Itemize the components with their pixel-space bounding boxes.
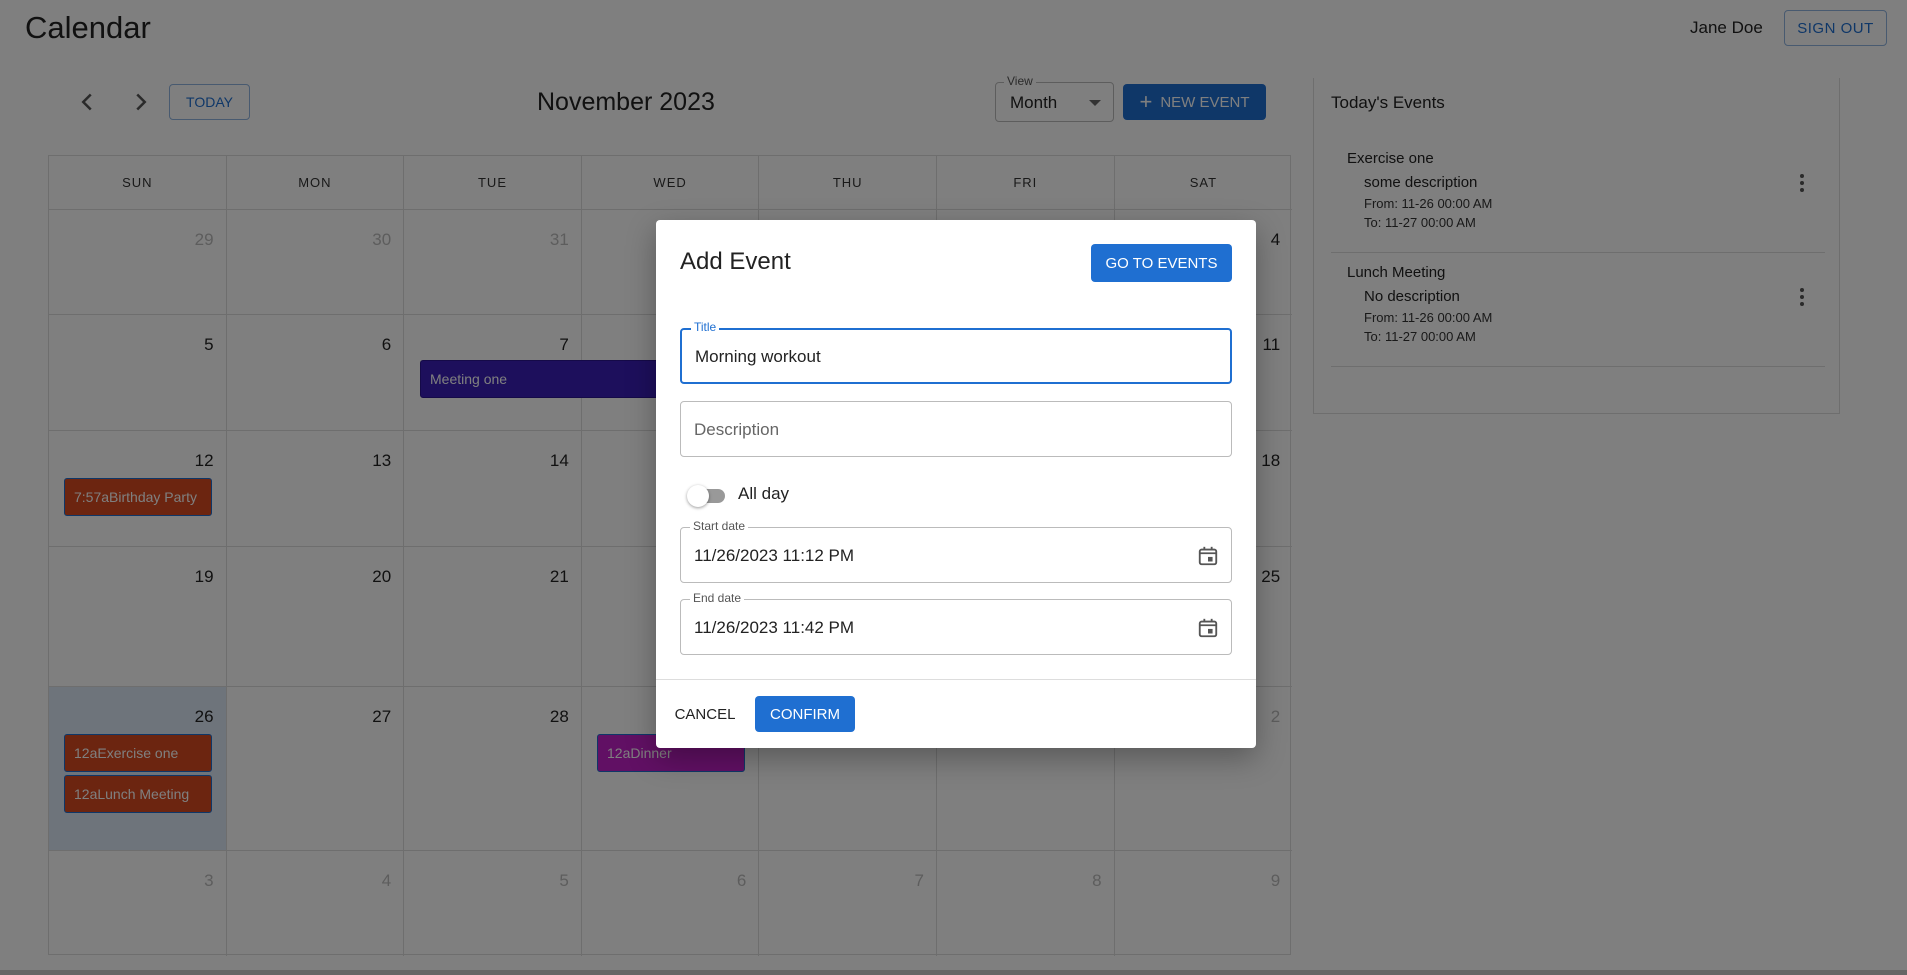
description-field[interactable] xyxy=(680,401,1232,457)
calendar-icon[interactable] xyxy=(1197,617,1219,639)
add-event-dialog: Add Event GO TO EVENTS Title All day Sta… xyxy=(656,220,1256,748)
dialog-divider xyxy=(656,679,1256,680)
end-date-field[interactable]: End date 11/26/2023 11:42 PM xyxy=(680,591,1232,655)
go-to-events-button[interactable]: GO TO EVENTS xyxy=(1091,244,1232,282)
title-input[interactable] xyxy=(695,347,1175,367)
title-field-label: Title xyxy=(691,320,720,334)
description-input[interactable] xyxy=(694,420,1174,440)
all-day-toggle[interactable] xyxy=(687,485,725,507)
end-date-label: End date xyxy=(690,591,745,605)
confirm-button[interactable]: CONFIRM xyxy=(755,696,855,732)
start-date-field[interactable]: Start date 11/26/2023 11:12 PM xyxy=(680,519,1232,583)
start-date-value: 11/26/2023 11:12 PM xyxy=(694,546,855,565)
start-date-label: Start date xyxy=(690,519,749,533)
end-date-value: 11/26/2023 11:42 PM xyxy=(694,618,855,637)
dialog-title: Add Event xyxy=(680,248,791,275)
all-day-label: All day xyxy=(738,484,790,503)
title-field[interactable]: Title xyxy=(680,320,1232,384)
calendar-icon[interactable] xyxy=(1197,545,1219,567)
cancel-button[interactable]: CANCEL xyxy=(670,696,740,732)
